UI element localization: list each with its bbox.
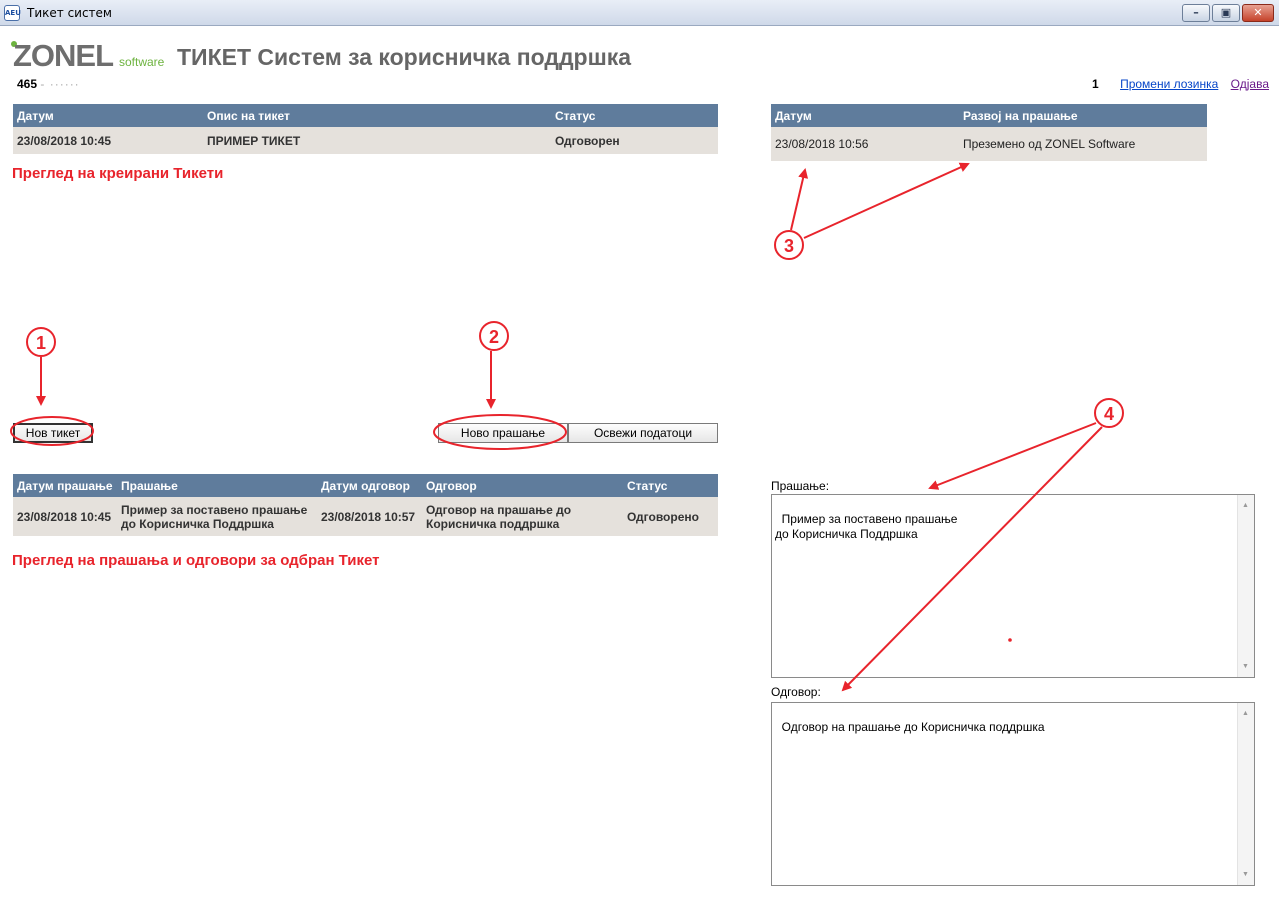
answer-textarea-content: Одговор на прашање до Корисничка поддршк…	[781, 720, 1045, 734]
tickets-header-row: Датум Опис на тикет Статус	[13, 104, 718, 127]
refresh-button[interactable]: Освежи податоци	[568, 423, 718, 443]
marker-4-arrow-a	[928, 422, 1097, 490]
marker-4-label: 4	[1104, 404, 1114, 424]
app-icon: AEU	[4, 5, 21, 21]
minimize-button[interactable]: –	[1182, 4, 1210, 22]
answer-textarea[interactable]: Одговор на прашање до Корисничка поддршк…	[771, 702, 1255, 886]
marker-3-arrow-b	[803, 162, 970, 239]
question-text[interactable]: Пример за поставено прашање до Корисничк…	[117, 497, 317, 536]
marker-1-label: 1	[36, 333, 46, 353]
new-ticket-button[interactable]: Нов тикет	[13, 423, 93, 443]
qa-status[interactable]: Одговорено	[623, 497, 718, 536]
question-scrollbar[interactable]: ▲ ▼	[1237, 495, 1254, 677]
question-label: Прашање:	[771, 479, 830, 493]
ticket-description[interactable]: ПРИМЕР ТИКЕТ	[203, 127, 551, 154]
col-date[interactable]: Датум	[13, 104, 203, 127]
marker-2-label: 2	[489, 327, 499, 347]
col-qa-status[interactable]: Статус	[623, 474, 718, 497]
ticket-status[interactable]: Одговорен	[551, 127, 718, 154]
tickets-table: Датум Опис на тикет Статус 23/08/2018 10…	[13, 104, 718, 154]
history-event: Преземено од ZONEL Software	[959, 127, 1207, 161]
user-info: 465 - ······	[17, 77, 80, 91]
questions-header-row: Датум прашање Прашање Датум одговор Одго…	[13, 474, 718, 497]
col-history-event: Развој на прашање	[959, 104, 1207, 127]
window-titlebar: AEU Тикет систем – ▣ ✕	[0, 0, 1279, 26]
col-history-date: Датум	[771, 104, 959, 127]
questions-note: Преглед на прашања и одговори за одбран …	[12, 552, 380, 569]
scroll-down-icon[interactable]: ▼	[1242, 659, 1249, 674]
ticket-count: 1	[1092, 77, 1099, 91]
scroll-up-icon[interactable]: ▲	[1242, 498, 1249, 513]
maximize-button[interactable]: ▣	[1212, 4, 1240, 22]
col-answer-date[interactable]: Датум одговор	[317, 474, 422, 497]
logo-wordmark: ZONEL	[13, 38, 114, 73]
new-question-button[interactable]: Ново прашање	[438, 423, 568, 443]
page-title: ТИКЕТ Систем за корисничка поддршка	[177, 44, 632, 70]
questions-table: Датум прашање Прашање Датум одговор Одго…	[13, 474, 718, 536]
answer-date[interactable]: 23/08/2018 10:57	[317, 497, 422, 536]
user-id: 465	[17, 77, 38, 91]
account-links: 1 Промени лозинка Одјава	[1092, 77, 1269, 91]
history-header-row: Датум Развој на прашање	[771, 104, 1207, 127]
marker-3-circle	[774, 230, 804, 260]
answer-scrollbar[interactable]: ▲ ▼	[1237, 703, 1254, 885]
marker-1-circle	[26, 327, 56, 357]
answer-text[interactable]: Одговор на прашање до Корисничка поддршк…	[422, 497, 623, 536]
table-row[interactable]: 23/08/2018 10:56 Преземено од ZONEL Soft…	[771, 127, 1207, 161]
close-button[interactable]: ✕	[1242, 4, 1274, 22]
marker-4-circle	[1094, 398, 1124, 428]
history-date: 23/08/2018 10:56	[771, 127, 959, 161]
marker-3-label: 3	[784, 236, 794, 256]
logo-subtitle: software	[119, 55, 165, 69]
col-status[interactable]: Статус	[551, 104, 718, 127]
user-name: - ······	[40, 77, 80, 91]
table-row[interactable]: 23/08/2018 10:45 Пример за поставено пра…	[13, 497, 718, 536]
window-title: Тикет систем	[27, 6, 112, 20]
marker-3-arrow-a	[790, 168, 809, 231]
ticket-date[interactable]: 23/08/2018 10:45	[13, 127, 203, 154]
scroll-down-icon[interactable]: ▼	[1242, 867, 1249, 882]
history-table: Датум Развој на прашање 23/08/2018 10:56…	[771, 104, 1207, 161]
scroll-up-icon[interactable]: ▲	[1242, 706, 1249, 721]
question-textarea[interactable]: Пример за поставено прашање до Корисничк…	[771, 494, 1255, 678]
change-password-link[interactable]: Промени лозинка	[1120, 77, 1218, 91]
marker-2-circle	[479, 321, 509, 351]
tickets-note: Преглед на креирани Тикети	[12, 165, 224, 182]
col-description[interactable]: Опис на тикет	[203, 104, 551, 127]
question-date[interactable]: 23/08/2018 10:45	[13, 497, 117, 536]
col-question-date[interactable]: Датум прашање	[13, 474, 117, 497]
logout-link[interactable]: Одјава	[1231, 77, 1269, 91]
question-textarea-content: Пример за поставено прашање до Корисничк…	[775, 512, 958, 541]
col-question[interactable]: Прашање	[117, 474, 317, 497]
table-row[interactable]: 23/08/2018 10:45 ПРИМЕР ТИКЕТ Одговорен	[13, 127, 718, 154]
col-answer[interactable]: Одговор	[422, 474, 623, 497]
answer-label: Одговор:	[771, 685, 821, 699]
